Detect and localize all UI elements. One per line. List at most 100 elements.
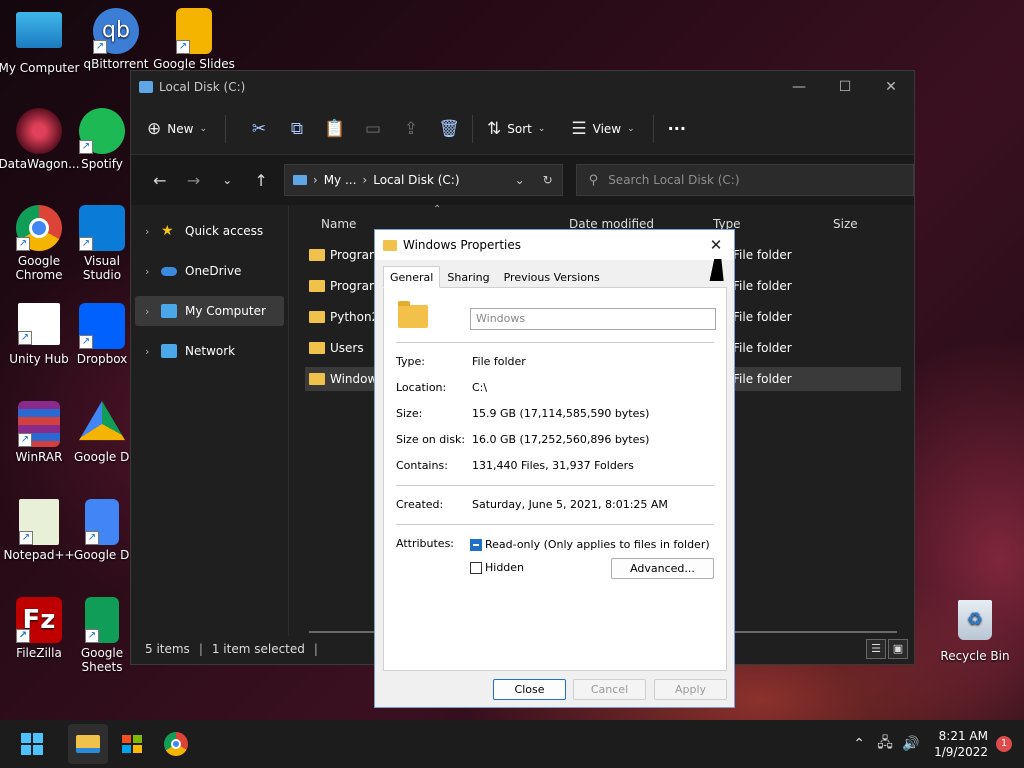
- tab-general[interactable]: General: [383, 266, 441, 288]
- see-more-button[interactable]: ···: [668, 119, 686, 138]
- advanced-button[interactable]: Advanced...: [611, 558, 714, 579]
- general-tab-panel: Windows Type: File folder Location: C:\ …: [383, 287, 727, 671]
- network-icon[interactable]: 🖧: [872, 732, 898, 756]
- back-icon[interactable]: ←: [143, 171, 177, 190]
- large-icons-view-icon[interactable]: ▣: [888, 639, 908, 659]
- docs-icon: ↗: [85, 499, 119, 545]
- checkbox-indeterminate-icon: [470, 538, 482, 551]
- nav-item-onedrive[interactable]: › OneDrive: [135, 256, 284, 286]
- desktop-icon-filezilla[interactable]: Fz ↗ FileZilla: [0, 597, 81, 660]
- up-icon[interactable]: ↑: [244, 171, 278, 190]
- shortcut-arrow-icon: ↗: [79, 140, 93, 154]
- volume-icon[interactable]: 🔊: [898, 736, 924, 752]
- attributes-label: Attributes:: [396, 537, 455, 550]
- shortcut-arrow-icon: ↗: [16, 629, 30, 643]
- clock[interactable]: 8:21 AM 1/9/2022: [934, 728, 988, 760]
- desktop-icon-spotify[interactable]: ↗ Spotify: [74, 108, 130, 171]
- paste-icon[interactable]: 📋: [316, 119, 354, 139]
- shortcut-arrow-icon: ↗: [16, 237, 30, 251]
- sheets-icon: ↗: [85, 597, 119, 643]
- desktop-icon-my-computer[interactable]: My Computer: [0, 8, 81, 75]
- desktop-icon-google-sheets[interactable]: ↗ Google Sheets: [74, 597, 130, 674]
- notepadpp-icon: ↗: [19, 499, 59, 545]
- view-button-label: View: [592, 121, 622, 136]
- sort-button[interactable]: ⇅ Sort ⌄: [487, 119, 545, 139]
- close-button[interactable]: Close: [493, 679, 566, 700]
- rename-icon[interactable]: ▭: [354, 119, 392, 139]
- view-toggle: ☰ ▣: [864, 639, 908, 659]
- desktop-icon-notepadpp[interactable]: ↗ Notepad++: [0, 499, 81, 562]
- desktop-icon-winrar[interactable]: ↗ WinRAR: [0, 401, 81, 464]
- winrar-icon: ↗: [18, 401, 60, 447]
- taskbar-file-explorer[interactable]: [68, 724, 108, 764]
- cancel-button[interactable]: Cancel: [573, 679, 646, 700]
- column-name[interactable]: Name: [321, 217, 356, 231]
- delete-icon[interactable]: 🗑: [430, 119, 468, 139]
- taskbar-chrome[interactable]: [156, 724, 196, 764]
- desktop-icon-google-drive[interactable]: Google Drive: [74, 401, 130, 464]
- column-size[interactable]: Size: [833, 217, 858, 231]
- breadcrumb-my-computer[interactable]: My ...: [324, 173, 357, 187]
- hidden-checkbox[interactable]: Hidden: [470, 561, 524, 574]
- desktop-icon-datawagon[interactable]: DataWagon...: [0, 108, 81, 171]
- shortcut-arrow-icon: ↗: [19, 531, 33, 545]
- desktop-icon-label: Google Chrome: [15, 254, 63, 282]
- dialog-titlebar[interactable]: Windows Properties: [375, 230, 734, 260]
- forward-icon[interactable]: →: [177, 171, 211, 190]
- desktop-icon-qbittorrent[interactable]: qb ↗ qBittorrent: [74, 8, 158, 71]
- nav-item-my-computer[interactable]: › My Computer: [135, 296, 284, 326]
- notification-badge[interactable]: 1: [996, 736, 1012, 752]
- copy-icon[interactable]: ⧉: [278, 119, 316, 139]
- desktop-icon-unity-hub[interactable]: ↗ Unity Hub: [0, 303, 81, 366]
- shortcut-arrow-icon: ↗: [18, 331, 32, 345]
- folder-name-field[interactable]: Windows: [470, 308, 716, 330]
- desktop-icon-recycle-bin[interactable]: ♻ Recycle Bin: [933, 600, 1017, 663]
- address-bar[interactable]: › My ... › Local Disk (C:) ⌄ ↻: [283, 164, 563, 196]
- shortcut-arrow-icon: ↗: [85, 629, 99, 643]
- tab-sharing[interactable]: Sharing: [440, 266, 496, 288]
- start-button[interactable]: [12, 724, 52, 764]
- maximize-icon[interactable]: ☐: [822, 71, 868, 103]
- chevron-right-icon: ›: [312, 173, 318, 187]
- recent-locations-icon[interactable]: ⌄: [210, 173, 244, 187]
- nav-item-network[interactable]: › Network: [135, 336, 284, 366]
- properties-dialog: Windows Properties ✕ General Sharing Pre…: [374, 229, 735, 708]
- chevron-down-icon: ⌄: [627, 123, 635, 134]
- tab-previous-versions[interactable]: Previous Versions: [497, 266, 607, 288]
- taskbar: ⌃ 🖧 🔊 8:21 AM 1/9/2022 1: [0, 720, 1024, 768]
- windows-logo-icon: [21, 733, 43, 755]
- desktop-icon-dropbox[interactable]: ↗ Dropbox: [74, 303, 130, 366]
- cut-icon[interactable]: ✂: [240, 119, 278, 139]
- minimize-icon[interactable]: —: [776, 71, 822, 103]
- desktop-icon-google-slides[interactable]: ↗ Google Slides: [152, 8, 236, 71]
- monitor-icon: [16, 12, 62, 48]
- sort-ascending-icon: ⌃: [433, 204, 442, 215]
- file-type: File folder: [733, 341, 792, 355]
- new-button[interactable]: ⊕ New ⌄: [147, 119, 207, 139]
- toolbar-separator: [224, 114, 226, 143]
- share-icon[interactable]: ⇪: [392, 119, 430, 139]
- close-icon[interactable]: ✕: [868, 71, 914, 103]
- chevron-right-icon: ›: [145, 264, 150, 278]
- view-button[interactable]: ☰ View ⌄: [571, 119, 634, 139]
- refresh-icon[interactable]: ↻: [534, 173, 562, 187]
- readonly-checkbox[interactable]: Read-only (Only applies to files in fold…: [470, 538, 710, 551]
- details-view-icon[interactable]: ☰: [866, 639, 886, 659]
- nav-item-quick-access[interactable]: › ★ Quick access: [135, 216, 284, 246]
- chevron-right-icon: ›: [145, 304, 150, 318]
- taskbar-store[interactable]: [112, 724, 152, 764]
- address-history-icon[interactable]: ⌄: [506, 173, 534, 187]
- close-icon[interactable]: ✕: [704, 234, 728, 256]
- breadcrumb-local-disk[interactable]: Local Disk (C:): [373, 173, 459, 187]
- plus-circle-icon: ⊕: [147, 118, 162, 139]
- desktop-icon-vscode[interactable]: ↗ Visual Studio Code: [74, 205, 130, 282]
- chevron-up-icon[interactable]: ⌃: [846, 736, 872, 752]
- search-input[interactable]: ⚲ Search Local Disk (C:): [575, 164, 914, 196]
- command-bar: ⊕ New ⌄ ✂ ⧉ 📋 ▭ ⇪ 🗑 ⇅ Sort ⌄ ☰ View ⌄ ··…: [131, 103, 914, 155]
- folder-icon: [398, 301, 428, 328]
- shortcut-arrow-icon: ↗: [18, 433, 32, 447]
- desktop-icon-google-docs[interactable]: ↗ Google Docs: [74, 499, 130, 562]
- spotify-icon: ↗: [79, 108, 125, 154]
- desktop-icon-google-chrome[interactable]: ↗ Google Chrome: [0, 205, 81, 282]
- apply-button[interactable]: Apply: [654, 679, 727, 700]
